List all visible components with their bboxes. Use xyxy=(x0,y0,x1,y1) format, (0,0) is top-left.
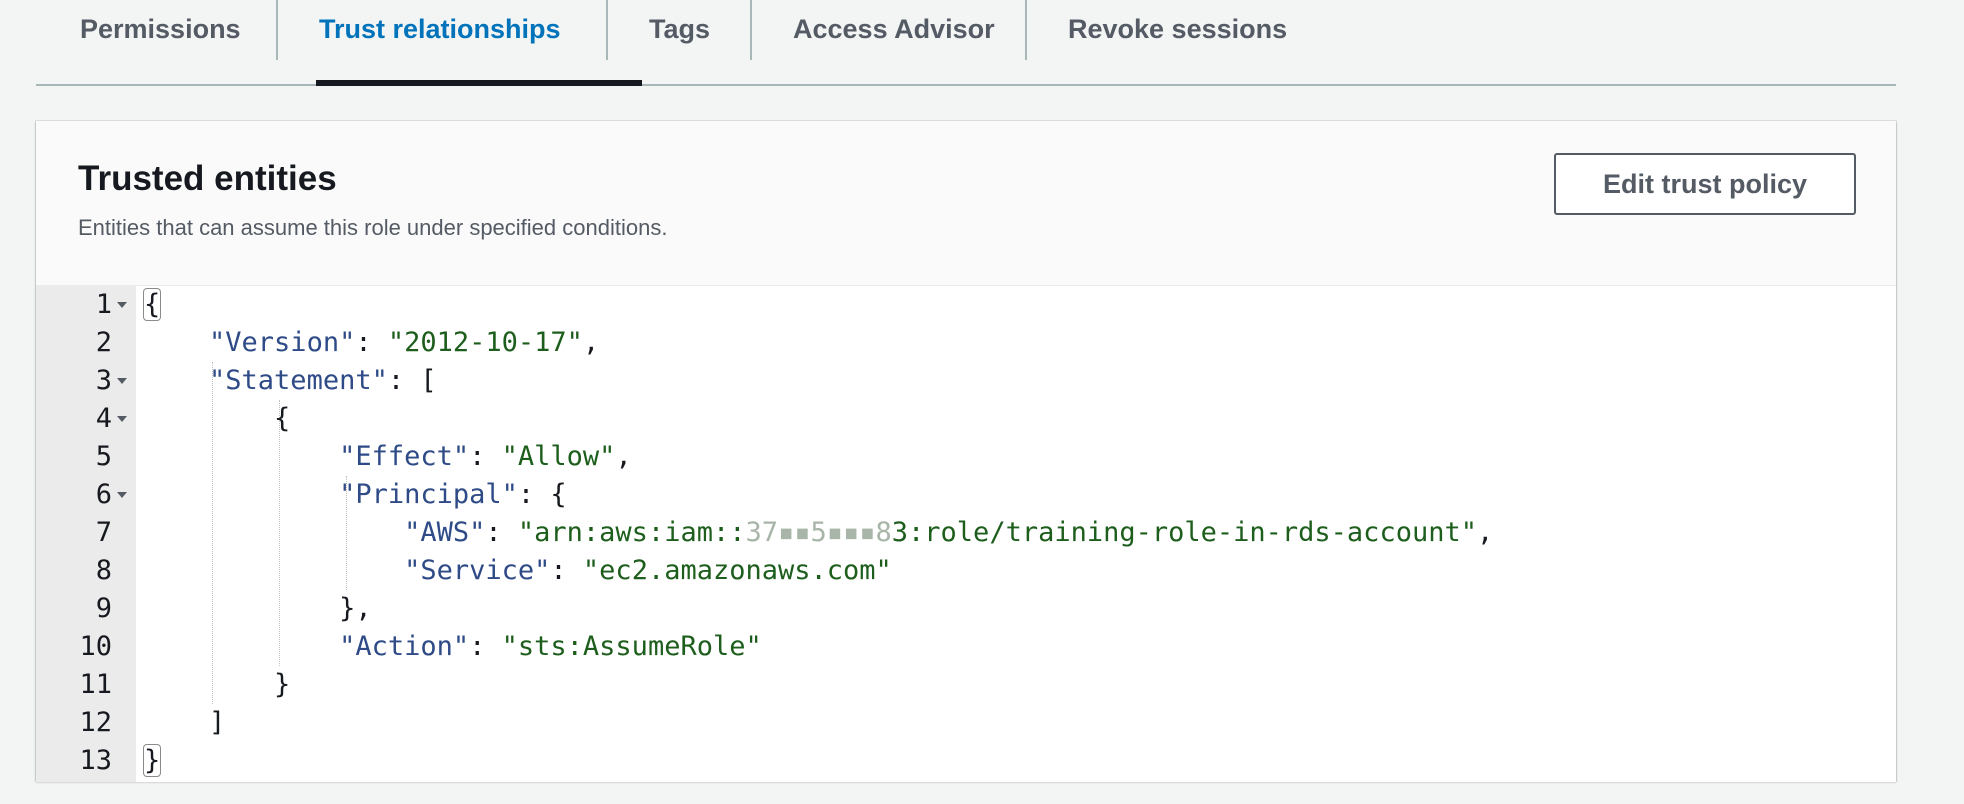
json-key: "Effect" xyxy=(339,441,470,472)
line-number: 5 xyxy=(95,441,112,472)
fold-toggle-icon[interactable] xyxy=(117,492,127,498)
json-key: "Service" xyxy=(404,555,551,586)
code-line: 6 "Principal": { xyxy=(36,476,1896,514)
code-line: 3 "Statement": [ xyxy=(36,362,1896,400)
code-line: 7 "AWS": "arn:aws:iam::37▪▪5▪▪▪83:role/t… xyxy=(36,514,1896,552)
json-key: "Principal" xyxy=(339,479,518,510)
code-line: 5 "Effect": "Allow", xyxy=(36,438,1896,476)
json-string: "arn:aws:iam:: xyxy=(517,517,746,548)
tab-bar: Permissions Trust relationships Tags Acc… xyxy=(36,0,1896,86)
json-string: "ec2.amazonaws.com" xyxy=(582,555,892,586)
json-string: "2012-10-17" xyxy=(387,327,583,358)
line-number: 7 xyxy=(95,517,112,548)
tab-revoke-sessions[interactable]: Revoke sessions xyxy=(1068,0,1287,86)
tab-divider xyxy=(1025,0,1027,60)
fold-toggle-icon[interactable] xyxy=(117,378,127,384)
json-key: "Statement" xyxy=(209,365,388,396)
code-line: 10 "Action": "sts:AssumeRole" xyxy=(36,628,1896,666)
line-number: 13 xyxy=(79,745,112,776)
line-number: 11 xyxy=(79,669,112,700)
json-key: "AWS" xyxy=(404,517,486,548)
panel-description: Entities that can assume this role under… xyxy=(78,215,668,240)
panel-title: Trusted entities xyxy=(78,159,337,198)
json-string: "Allow" xyxy=(501,441,616,472)
active-tab-indicator xyxy=(316,80,642,86)
line-number: 6 xyxy=(95,479,112,510)
line-number: 4 xyxy=(95,403,112,434)
tab-tags[interactable]: Tags xyxy=(649,0,710,86)
json-key: "Version" xyxy=(209,327,356,358)
policy-code-editor[interactable]: 1 { 2 "Version": "2012-10-17", 3 "Statem… xyxy=(36,285,1896,782)
code-line: 11 } xyxy=(36,666,1896,704)
fold-toggle-icon[interactable] xyxy=(117,302,127,308)
tab-access-advisor[interactable]: Access Advisor xyxy=(793,0,995,86)
code-line: 13 } xyxy=(36,742,1896,780)
line-number: 8 xyxy=(95,555,112,586)
json-key: "Action" xyxy=(339,631,470,662)
code-line: 12 ] xyxy=(36,704,1896,742)
code-line: 1 { xyxy=(36,286,1896,324)
code-line: 2 "Version": "2012-10-17", xyxy=(36,324,1896,362)
tab-permissions[interactable]: Permissions xyxy=(80,0,241,86)
code-line: 4 { xyxy=(36,400,1896,438)
code-line: 8 "Service": "ec2.amazonaws.com" xyxy=(36,552,1896,590)
line-number: 9 xyxy=(95,593,112,624)
tab-divider xyxy=(606,0,608,60)
line-number: 3 xyxy=(95,365,112,396)
trusted-entities-panel: Trusted entities Entities that can assum… xyxy=(36,121,1896,782)
tab-trust-relationships[interactable]: Trust relationships xyxy=(319,0,561,86)
tab-divider xyxy=(276,0,278,60)
json-string: "sts:AssumeRole" xyxy=(501,631,762,662)
line-number: 2 xyxy=(95,327,112,358)
redacted-account-id: 37▪▪5▪▪▪8 xyxy=(745,517,892,548)
code-line: 9 }, xyxy=(36,590,1896,628)
line-number: 1 xyxy=(95,289,112,320)
edit-trust-policy-button[interactable]: Edit trust policy xyxy=(1554,153,1856,215)
line-number: 10 xyxy=(79,631,112,662)
line-number: 12 xyxy=(79,707,112,738)
tab-divider xyxy=(750,0,752,60)
fold-toggle-icon[interactable] xyxy=(117,416,127,422)
json-string: 3:role/training-role-in-rds-account" xyxy=(891,517,1477,548)
